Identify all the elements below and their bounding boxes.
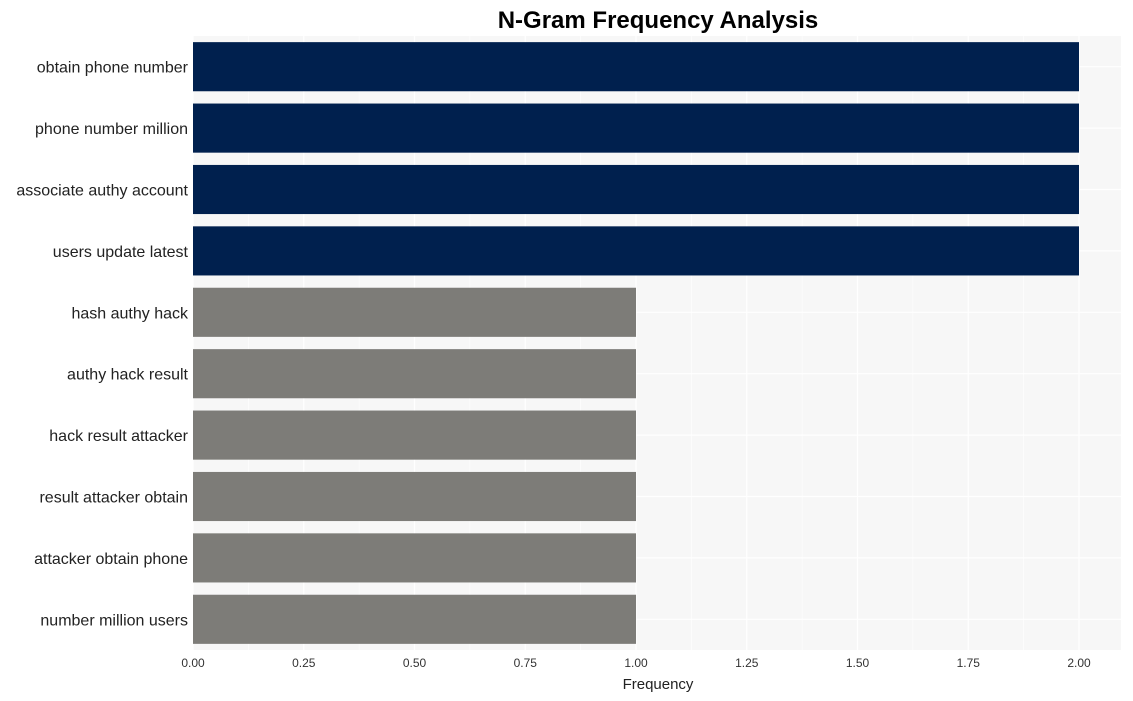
y-tick-label: hack result attacker: [49, 428, 188, 445]
y-axis-labels: obtain phone number phone number million a…: [16, 60, 189, 630]
y-tick-label: users update latest: [53, 244, 189, 261]
x-tick-label: 0.25: [292, 656, 316, 670]
bar: [193, 471, 636, 522]
x-tick-label: 1.50: [846, 656, 870, 670]
bar: [193, 287, 636, 337]
bar: [193, 42, 1079, 92]
bar: [193, 164, 1079, 215]
bar: [193, 349, 636, 399]
y-tick-label: result attacker obtain: [39, 490, 188, 507]
x-axis-label: Frequency: [623, 676, 694, 693]
y-tick-label: hash authy hack: [71, 305, 189, 322]
bar: [193, 226, 1079, 276]
bar: [193, 103, 1079, 153]
y-tick-label: obtain phone number: [37, 60, 189, 77]
x-tick-label: 1.75: [957, 656, 981, 670]
ngram-chart: N-Gram Frequency Analysis obtain phone n…: [16, 7, 1121, 693]
y-tick-label: number million users: [40, 612, 188, 629]
x-tick-label: 0.75: [514, 656, 538, 670]
y-tick-label: attacker obtain phone: [34, 551, 188, 568]
x-tick-label: 0.50: [403, 656, 427, 670]
bar: [193, 594, 636, 644]
chart-title: N-Gram Frequency Analysis: [498, 7, 819, 34]
x-tick-label: 1.00: [624, 656, 648, 670]
y-tick-label: phone number million: [35, 121, 188, 138]
y-tick-label: associate authy account: [16, 183, 188, 200]
x-tick-label: 2.00: [1067, 656, 1091, 670]
y-tick-label: authy hack result: [67, 367, 189, 384]
bar: [193, 410, 636, 460]
x-axis-ticks: 0.00 0.25 0.50 0.75 1.00 1.25 1.50 1.75 2.00: [181, 656, 1091, 670]
bar: [193, 533, 636, 583]
x-tick-label: 1.25: [735, 656, 759, 670]
x-tick-label: 0.00: [181, 656, 205, 670]
